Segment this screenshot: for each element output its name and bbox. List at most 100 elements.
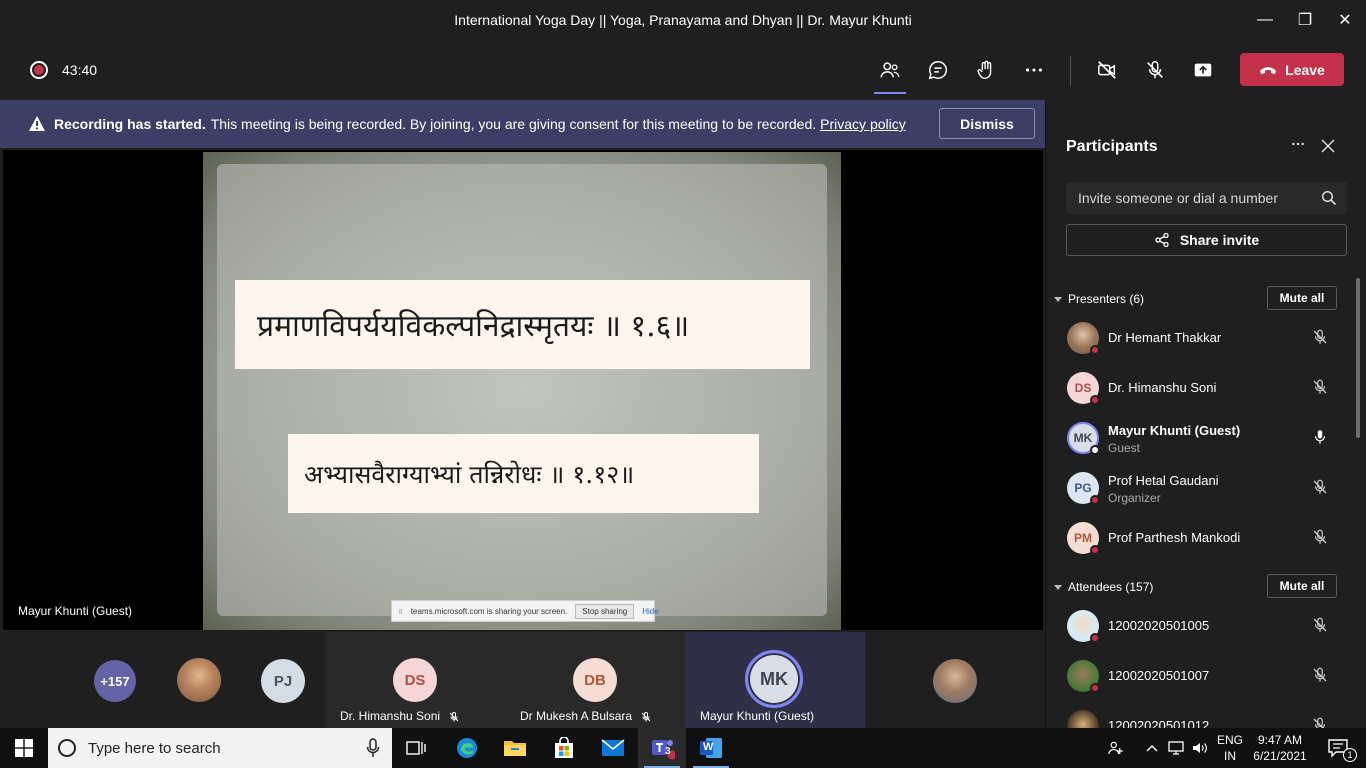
camera-toggle-button[interactable] — [1089, 52, 1125, 88]
mic-on-icon — [1314, 430, 1326, 444]
mic-toggle-button[interactable] — [1137, 52, 1173, 88]
panel-more-options-button[interactable] — [1288, 136, 1308, 156]
warning-icon — [29, 116, 45, 131]
show-hidden-icons-button[interactable] — [1140, 728, 1164, 768]
presenters-header: Presenters (6) — [1068, 292, 1145, 306]
show-participants-button[interactable] — [872, 52, 908, 94]
volume-icon — [1193, 743, 1207, 753]
participant-row[interactable]: DS Dr. Himanshu Soni — [1046, 363, 1351, 413]
participant-row[interactable]: Dr Hemant Thakkar — [1046, 313, 1351, 363]
panel-scrollbar[interactable] — [1356, 278, 1360, 438]
edge-app-button[interactable] — [443, 728, 491, 768]
region-code: IN — [1224, 749, 1236, 763]
network-tray-button[interactable] — [1164, 728, 1188, 768]
store-app-button[interactable] — [540, 728, 588, 768]
attendees-section-toggle[interactable]: Attendees (157) — [1054, 580, 1153, 594]
teams-icon — [652, 740, 675, 760]
close-icon — [1321, 139, 1335, 153]
share-content-button[interactable] — [1185, 52, 1221, 88]
participant-photo-avatar-2[interactable] — [933, 659, 977, 703]
video-tile-mayur[interactable]: MK Mayur Khunti (Guest) — [685, 632, 865, 728]
participant-row[interactable]: MK Mayur Khunti (Guest) Guest — [1046, 413, 1351, 463]
windows-taskbar: Type here to search 3 W ENG IN 9:47 AM 6… — [0, 728, 1366, 768]
hangup-icon — [1260, 66, 1277, 74]
presence-dot — [1090, 683, 1100, 693]
slide-background — [217, 164, 827, 616]
mic-off-icon — [1313, 329, 1327, 344]
word-app-button[interactable]: W — [687, 728, 735, 768]
mic-off-icon — [641, 711, 651, 722]
language-code: ENG — [1216, 733, 1243, 747]
stop-sharing-button[interactable]: Stop sharing — [575, 603, 635, 619]
screen-share-bar: ॥ teams.microsoft.com is sharing your sc… — [391, 600, 659, 622]
video-tile-mukesh[interactable]: DB Dr Mukesh A Bulsara — [505, 632, 685, 728]
participant-row[interactable]: PM Prof Parthesh Mankodi — [1046, 513, 1351, 563]
participant-row[interactable]: 12002020501012 — [1046, 701, 1351, 728]
dismiss-button[interactable]: Dismiss — [939, 108, 1035, 139]
minimize-button[interactable]: — — [1245, 0, 1285, 40]
presence-dot — [1090, 345, 1100, 355]
camera-off-icon — [1098, 61, 1116, 79]
participant-row[interactable]: PG Prof Hetal Gaudani Organizer — [1046, 463, 1351, 513]
attendees-header: Attendees (157) — [1068, 580, 1154, 594]
participant-name: Prof Hetal Gaudani — [1108, 473, 1219, 488]
participant-avatar-pj[interactable]: PJ — [261, 659, 305, 703]
close-icon: ✕ — [1338, 12, 1352, 29]
share-invite-button[interactable]: Share invite — [1066, 224, 1347, 256]
show-conversation-button[interactable] — [920, 52, 956, 88]
presenters-section-toggle[interactable]: Presenters (6) — [1054, 292, 1144, 306]
participant-name: Prof Parthesh Mankodi — [1108, 530, 1241, 545]
banner-text: Recording has started. This meeting is be… — [54, 116, 906, 132]
clock[interactable]: 9:47 AM 6/21/2021 — [1252, 733, 1308, 763]
mic-off-icon — [1313, 479, 1327, 494]
leave-label: Leave — [1285, 61, 1325, 78]
recording-icon — [30, 61, 48, 79]
participant-name: 12002020501012 — [1108, 718, 1210, 728]
mute-all-presenters-button[interactable]: Mute all — [1267, 286, 1337, 310]
participant-role: Organizer — [1108, 491, 1161, 505]
search-icon — [58, 739, 76, 757]
notification-badge: 1 — [1343, 748, 1357, 762]
tile-avatar: DS — [393, 658, 437, 702]
raise-hand-button[interactable] — [968, 52, 1004, 88]
invite-search-input[interactable]: Invite someone or dial a number — [1066, 182, 1347, 214]
minimize-icon: — — [1257, 11, 1273, 28]
participant-row[interactable]: 12002020501007 — [1046, 651, 1351, 701]
file-explorer-button[interactable] — [491, 728, 539, 768]
restore-icon: ❐ — [1297, 12, 1313, 29]
chevron-down-icon — [1054, 585, 1062, 590]
raise-hand-icon — [977, 60, 992, 79]
teams-app-button[interactable]: 3 — [638, 728, 686, 768]
participant-name: Dr. Himanshu Soni — [1108, 380, 1217, 395]
task-view-icon — [406, 741, 426, 755]
volume-tray-button[interactable] — [1188, 728, 1212, 768]
mic-off-icon — [1147, 61, 1163, 79]
participant-name: 12002020501005 — [1108, 618, 1210, 633]
tile-avatar: DB — [573, 658, 617, 702]
people-tray-button[interactable] — [1096, 728, 1136, 768]
mute-all-attendees-button[interactable]: Mute all — [1267, 574, 1337, 598]
start-button[interactable] — [0, 728, 48, 768]
mic-off-icon — [1313, 379, 1327, 394]
share-icon — [1155, 232, 1169, 248]
close-panel-button[interactable] — [1320, 138, 1340, 158]
overflow-participants-button[interactable]: +157 — [94, 660, 136, 702]
action-center-button[interactable]: 1 — [1318, 728, 1358, 768]
video-tile-himanshu[interactable]: DS Dr. Himanshu Soni — [325, 632, 505, 728]
toolbar-divider — [1070, 56, 1071, 86]
presenter-name-label: Mayur Khunti (Guest) — [18, 604, 133, 618]
input-language[interactable]: ENG IN — [1214, 733, 1246, 763]
more-actions-button[interactable] — [1016, 52, 1052, 88]
share-grip-icon: ॥ — [398, 606, 403, 616]
hide-share-bar-link[interactable]: Hide — [642, 607, 658, 616]
close-window-button[interactable]: ✕ — [1325, 0, 1365, 40]
slide-verse-2: अभ्यासवैराग्याभ्यां तन्निरोधः ॥ १.१२॥ — [288, 434, 759, 513]
task-view-button[interactable] — [392, 728, 440, 768]
mail-app-button[interactable] — [589, 728, 637, 768]
privacy-policy-link[interactable]: Privacy policy — [820, 116, 906, 132]
taskbar-search-box[interactable]: Type here to search — [48, 728, 392, 768]
participant-photo-avatar[interactable] — [177, 658, 221, 702]
participant-row[interactable]: 12002020501005 — [1046, 601, 1351, 651]
leave-button[interactable]: Leave — [1240, 53, 1344, 86]
restore-button[interactable]: ❐ — [1285, 0, 1325, 40]
